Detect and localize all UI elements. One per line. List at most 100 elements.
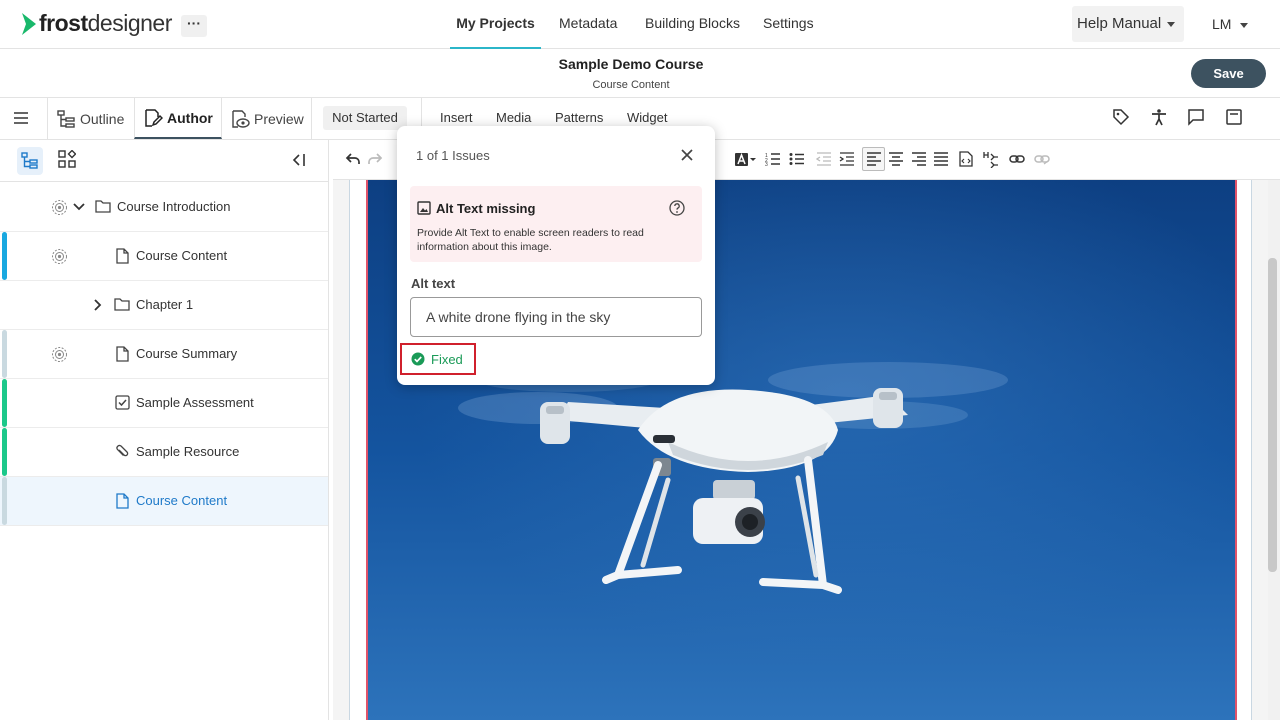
tree-item-label: Sample Resource bbox=[136, 444, 240, 459]
course-title: Sample Demo Course bbox=[558, 56, 704, 72]
tree-view-toggle[interactable] bbox=[17, 147, 43, 175]
checkbox-icon bbox=[115, 395, 130, 410]
tree-item-course-content-selected[interactable]: Course Content bbox=[0, 477, 328, 526]
tree-view-icon bbox=[21, 152, 38, 169]
tab-metadata[interactable]: Metadata bbox=[559, 0, 617, 49]
text-direction-icon[interactable] bbox=[982, 151, 1000, 168]
insert-tab[interactable]: Insert bbox=[440, 110, 473, 125]
preview-label: Preview bbox=[254, 110, 304, 127]
link-icon[interactable] bbox=[1009, 153, 1025, 165]
tree-item-label: Course Summary bbox=[136, 346, 238, 361]
redo-icon[interactable] bbox=[367, 152, 383, 166]
outdent-icon[interactable] bbox=[816, 152, 832, 166]
user-initials: LM bbox=[1212, 16, 1232, 32]
help-manual-label: Help Manual bbox=[1077, 15, 1162, 32]
divider bbox=[311, 98, 312, 139]
image-icon bbox=[417, 201, 431, 215]
alt-text-label: Alt text bbox=[411, 276, 456, 291]
collapse-sidebar-icon[interactable] bbox=[291, 153, 307, 167]
accessibility-issue-popover: 1 of 1 Issues Alt Text missing Provide A… bbox=[397, 126, 715, 385]
target-status-icon bbox=[52, 249, 67, 264]
embed-code-icon[interactable] bbox=[959, 151, 973, 167]
check-circle-icon bbox=[411, 352, 425, 366]
bullet-list-icon[interactable] bbox=[789, 152, 805, 166]
tree-item-course-introduction[interactable]: Course Introduction bbox=[0, 183, 328, 232]
folder-icon bbox=[95, 200, 111, 213]
hamburger-menu-icon[interactable] bbox=[13, 111, 29, 125]
tree-item-course-content[interactable]: Course Content bbox=[0, 232, 328, 281]
align-center-icon[interactable] bbox=[888, 152, 904, 166]
page-icon bbox=[116, 346, 129, 362]
chevron-right-icon[interactable] bbox=[93, 299, 103, 311]
logo-text: frostdesigner bbox=[39, 10, 172, 36]
paperclip-icon bbox=[116, 444, 129, 457]
chevron-down-icon bbox=[1167, 21, 1176, 27]
tree-item-label: Course Content bbox=[136, 493, 228, 508]
tab-my-projects[interactable]: My Projects bbox=[450, 0, 541, 49]
outline-label: Outline bbox=[80, 110, 125, 127]
undo-icon[interactable] bbox=[345, 152, 361, 166]
tree-item-sample-assessment[interactable]: Sample Assessment bbox=[0, 379, 328, 428]
align-left-button[interactable] bbox=[862, 147, 885, 171]
align-right-icon[interactable] bbox=[911, 152, 927, 166]
unlink-icon[interactable] bbox=[1034, 153, 1050, 165]
status-bar bbox=[2, 232, 7, 280]
status-bar bbox=[2, 477, 7, 525]
author-label: Author bbox=[167, 109, 213, 126]
top-navbar: frostdesigner ··· My Projects Metadata B… bbox=[0, 0, 1280, 49]
user-menu[interactable]: LM bbox=[1212, 16, 1249, 32]
page-icon bbox=[116, 493, 129, 509]
tab-settings[interactable]: Settings bbox=[763, 0, 814, 49]
align-justify-icon[interactable] bbox=[933, 152, 949, 166]
save-button[interactable]: Save bbox=[1191, 59, 1266, 88]
indent-icon[interactable] bbox=[839, 152, 855, 166]
media-tab[interactable]: Media bbox=[496, 110, 531, 125]
alt-text-input[interactable] bbox=[410, 297, 702, 337]
outline-mode-button[interactable]: Outline bbox=[56, 98, 124, 139]
tree-item-sample-resource[interactable]: Sample Resource bbox=[0, 428, 328, 477]
target-status-icon bbox=[52, 200, 67, 215]
svg-text:3: 3 bbox=[765, 162, 768, 166]
page-icon bbox=[116, 248, 129, 264]
fixed-status[interactable]: Fixed bbox=[400, 343, 476, 375]
tree-item-label: Course Introduction bbox=[117, 199, 231, 214]
folder-icon bbox=[114, 298, 130, 311]
issue-description: Provide Alt Text to enable screen reader… bbox=[417, 227, 644, 253]
target-status-icon bbox=[52, 347, 67, 362]
close-icon[interactable] bbox=[680, 148, 694, 162]
comment-icon[interactable] bbox=[1187, 108, 1205, 126]
sidebar-toolbar bbox=[0, 140, 328, 182]
tag-icon[interactable] bbox=[1112, 108, 1130, 126]
help-manual-dropdown[interactable]: Help Manual bbox=[1072, 6, 1184, 42]
widget-tab[interactable]: Widget bbox=[627, 110, 667, 125]
grid-view-icon[interactable] bbox=[58, 150, 76, 168]
divider bbox=[47, 98, 48, 139]
preview-mode-button[interactable]: Preview bbox=[230, 98, 304, 139]
more-options-button[interactable]: ··· bbox=[181, 15, 207, 37]
tab-building-blocks[interactable]: Building Blocks bbox=[645, 0, 740, 49]
course-subtitle: Course Content bbox=[592, 79, 670, 91]
outline-tree-icon bbox=[57, 109, 75, 128]
author-mode-button[interactable]: Author bbox=[134, 98, 222, 139]
tree-item-chapter-1[interactable]: Chapter 1 bbox=[0, 281, 328, 330]
tree-item-label: Sample Assessment bbox=[136, 395, 254, 410]
editor-scrollbar-thumb[interactable] bbox=[1268, 258, 1277, 572]
preview-icon bbox=[232, 109, 250, 128]
help-question-icon[interactable] bbox=[669, 200, 685, 216]
status-badge[interactable]: Not Started bbox=[323, 106, 407, 130]
issue-title: Alt Text missing bbox=[436, 201, 536, 216]
accessibility-icon[interactable] bbox=[1150, 108, 1168, 126]
tree-item-label: Chapter 1 bbox=[136, 297, 194, 312]
tree-item-course-summary[interactable]: Course Summary bbox=[0, 330, 328, 379]
text-color-icon[interactable] bbox=[734, 152, 756, 168]
chevron-down-icon[interactable] bbox=[73, 202, 85, 212]
status-bar bbox=[2, 330, 7, 378]
issue-card: Alt Text missing Provide Alt Text to ena… bbox=[410, 186, 702, 262]
numbered-list-icon[interactable]: 1 2 3 bbox=[765, 152, 781, 166]
course-outline-sidebar: Course Introduction Course Content Chapt… bbox=[0, 140, 329, 720]
panel-icon[interactable] bbox=[1225, 108, 1243, 126]
status-bar bbox=[2, 428, 7, 476]
frost-designer-logo[interactable]: frostdesigner bbox=[20, 10, 172, 37]
patterns-tab[interactable]: Patterns bbox=[555, 110, 603, 125]
align-left-icon bbox=[867, 152, 881, 166]
